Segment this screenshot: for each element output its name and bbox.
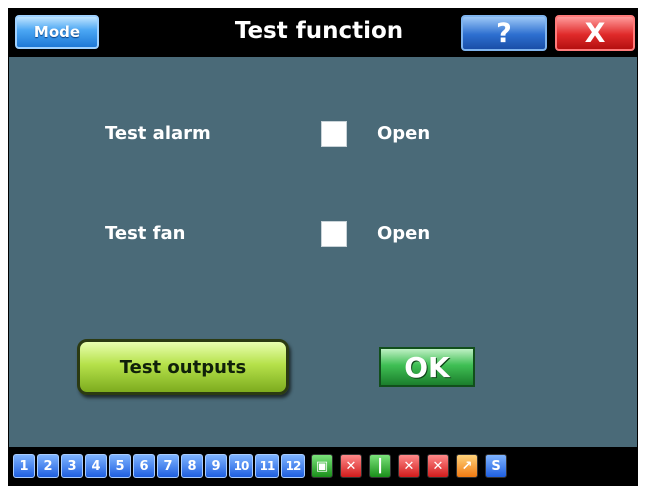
mode-button[interactable]: Mode [15, 15, 99, 49]
test-alarm-checkbox[interactable] [321, 121, 347, 147]
test-panel: Test alarm Open Test fan Open Test outpu… [9, 57, 637, 447]
help-button[interactable]: ? [461, 15, 547, 51]
test-fan-label: Test fan [105, 223, 186, 244]
zone-7-button[interactable]: 7 [157, 454, 179, 478]
status-s-icon[interactable]: S [485, 454, 507, 478]
zone-6-button[interactable]: 6 [133, 454, 155, 478]
ok-button[interactable]: OK [379, 347, 475, 387]
chart-off-icon[interactable]: ✕ [427, 454, 449, 478]
zone-8-button[interactable]: 8 [181, 454, 203, 478]
zone-10-button[interactable]: 10 [229, 454, 253, 478]
arrow-up-right-icon[interactable]: ↗ [456, 454, 478, 478]
zone-11-button[interactable]: 11 [255, 454, 279, 478]
window-title: Test function [234, 18, 404, 44]
thermometer-icon[interactable]: ┃ [369, 454, 391, 478]
zone-1-button[interactable]: 1 [13, 454, 35, 478]
zone-9-button[interactable]: 9 [205, 454, 227, 478]
title-bar: Mode Test function ? X [9, 9, 637, 57]
zone-2-button[interactable]: 2 [37, 454, 59, 478]
close-button[interactable]: X [555, 15, 635, 51]
test-fan-checkbox[interactable] [321, 221, 347, 247]
fan-off-icon[interactable]: ✕ [340, 454, 362, 478]
help-icon: ? [496, 17, 512, 49]
status-bar: 1 2 3 4 5 6 7 8 9 10 11 12 ▣ ✕ ┃ ✕ ✕ ↗ S [9, 447, 637, 485]
test-function-window: Mode Test function ? X Test alarm Open T… [8, 8, 638, 486]
zone-3-button[interactable]: 3 [61, 454, 83, 478]
test-alarm-label: Test alarm [105, 123, 211, 144]
zone-5-button[interactable]: 5 [109, 454, 131, 478]
test-fan-state: Open [377, 223, 431, 244]
zone-4-button[interactable]: 4 [85, 454, 107, 478]
zone-12-button[interactable]: 12 [281, 454, 305, 478]
test-outputs-button[interactable]: Test outputs [77, 339, 289, 395]
close-icon: X [584, 17, 606, 49]
output-relay-icon[interactable]: ▣ [311, 454, 333, 478]
alarm-off-icon[interactable]: ✕ [398, 454, 420, 478]
test-alarm-state: Open [377, 123, 431, 144]
